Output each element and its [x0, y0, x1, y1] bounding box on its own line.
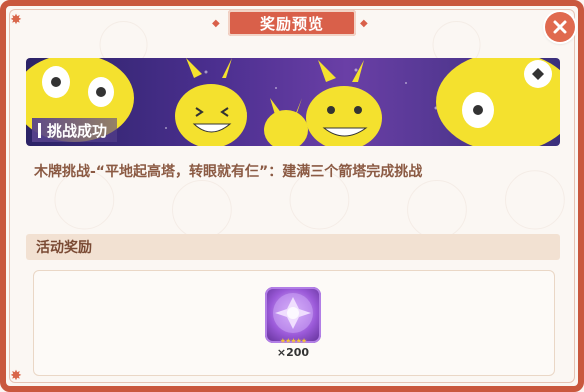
purple-crystal-orb-icon [273, 293, 313, 333]
rewards-section-title: 活动奖励 [36, 240, 92, 256]
challenge-success-tag: 挑战成功 [32, 118, 118, 142]
challenge-success-text: 挑战成功 [47, 121, 108, 140]
maple-leaf-icon: ✸ [10, 368, 22, 384]
dialog-title-text: 奖励预览 [259, 14, 324, 33]
maple-leaf-icon: ✸ [10, 12, 22, 28]
reward-item[interactable] [265, 287, 321, 343]
rewards-section-header: 活动奖励 [26, 234, 560, 260]
title-deco-left-icon: ◆ [212, 18, 220, 29]
dialog-title: 奖励预览 [228, 10, 356, 36]
close-icon [553, 20, 567, 34]
title-deco-right-icon: ◆ [360, 18, 368, 29]
reward-count: ×200 [276, 346, 310, 359]
reward-rarity-stars: ★★★★★ [279, 337, 307, 345]
challenge-description: 木牌挑战-“平地起高塔，转眼就有仨”：建满三个箭塔完成挑战 [34, 164, 423, 180]
tag-bar [38, 122, 41, 138]
close-button[interactable] [545, 12, 575, 42]
